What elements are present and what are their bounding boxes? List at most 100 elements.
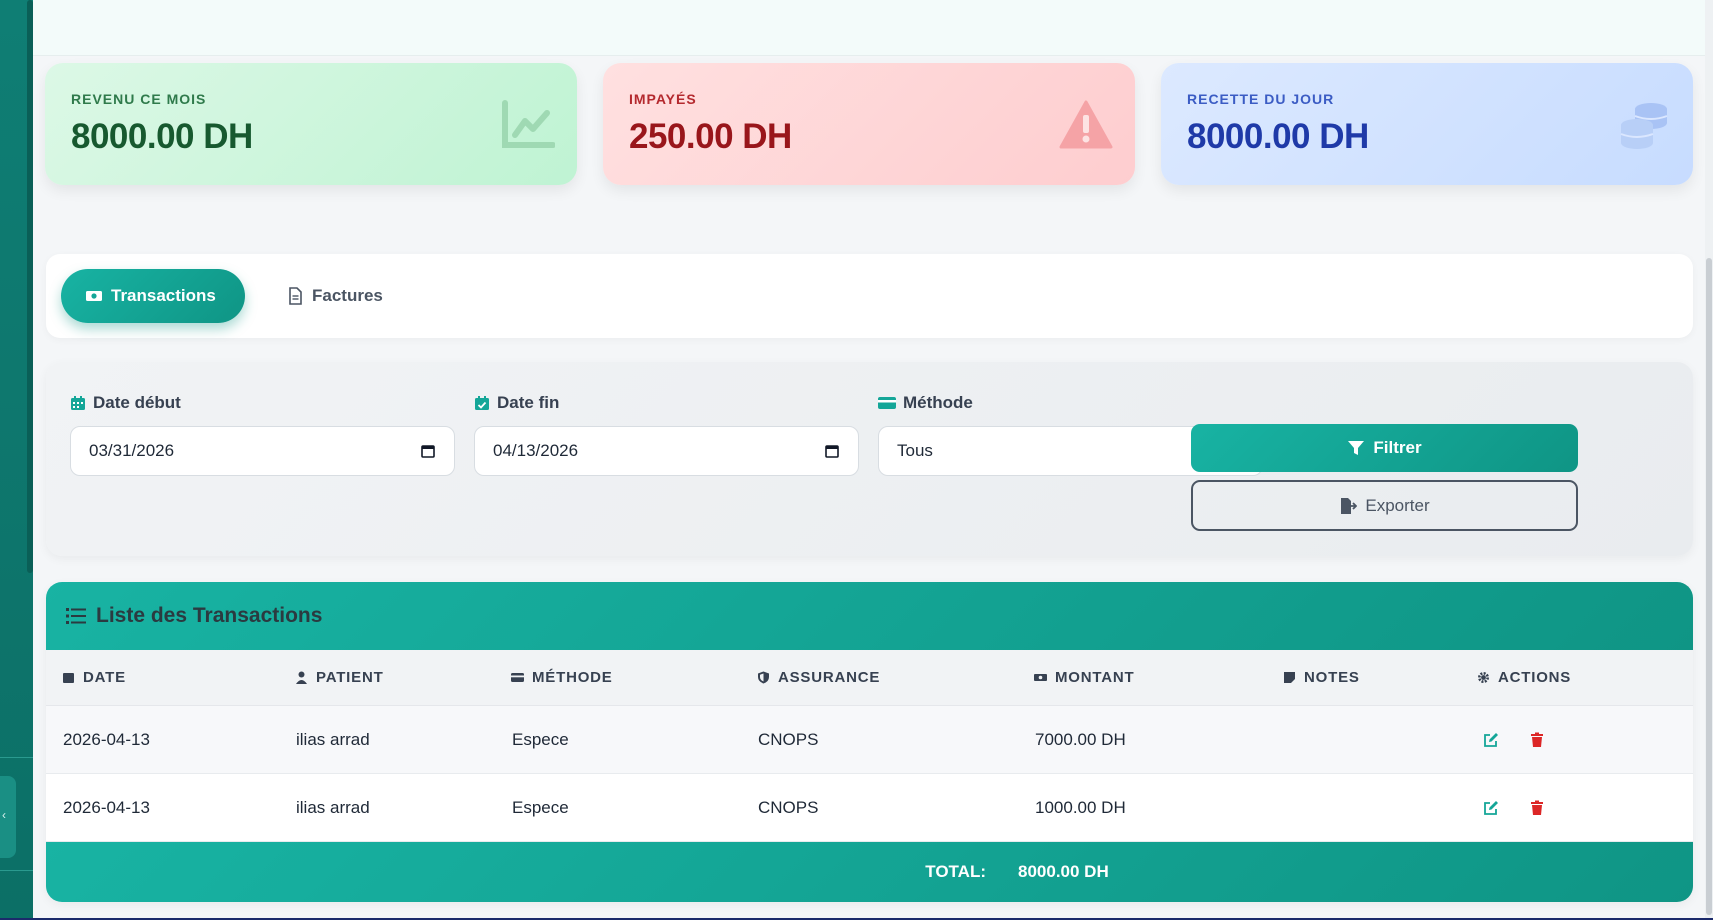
tab-transactions[interactable]: Transactions [61, 269, 245, 323]
tab-transactions-label: Transactions [111, 286, 216, 305]
table-body: 2026-04-13 ilias arrad Espece CNOPS 7000… [46, 706, 1693, 842]
cell-insurance: CNOPS [758, 797, 819, 817]
page-scrollbar-thumb[interactable] [1706, 258, 1712, 915]
stats-cards: REVENU CE MOIS 8000.00 DH IMPAYÉS 250.00… [45, 63, 1693, 185]
cell-date: 2026-04-13 [63, 729, 150, 749]
shield-icon [758, 671, 769, 684]
filter-button[interactable]: Filtrer [1191, 424, 1578, 472]
col-insurance-label: ASSURANCE [778, 669, 881, 686]
method-label: Méthode [903, 393, 973, 412]
cell-insurance: CNOPS [758, 729, 819, 749]
cell-method: Espece [512, 797, 569, 817]
calendar-check-icon [475, 396, 489, 410]
date-start-group: Date début 03/31/2026 [70, 392, 455, 476]
cell-patient: ilias arrad [296, 797, 370, 817]
tab-factures-label: Factures [312, 286, 383, 305]
edit-icon[interactable] [1483, 732, 1499, 748]
money-bill-icon [86, 291, 102, 301]
trash-icon[interactable] [1529, 800, 1545, 816]
warning-icon [1059, 100, 1113, 149]
filters-panel: Date début 03/31/2026 Date fin 04/13/202… [46, 362, 1693, 556]
date-end-input[interactable]: 04/13/2026 [474, 426, 859, 476]
col-method[interactable]: MÉTHODE [495, 650, 741, 705]
cell-actions [1461, 732, 1693, 748]
cell-amount: 7000.00 DH [1035, 729, 1126, 749]
date-end-label-row: Date fin [474, 392, 859, 414]
calendar-icon [71, 396, 85, 410]
col-date-label: DATE [83, 669, 126, 686]
sidebar: ‹ [0, 0, 33, 920]
method-label-row: Méthode [878, 392, 1263, 414]
table-footer: TOTAL: 8000.00 DH [46, 842, 1693, 902]
list-header: Liste des Transactions [46, 582, 1693, 650]
col-amount[interactable]: MONTANT [1018, 650, 1267, 705]
date-start-value: 03/31/2026 [89, 441, 175, 460]
money-bill-icon [1034, 674, 1047, 681]
cell-method: Espece [512, 729, 569, 749]
table-row[interactable]: 2026-04-13 ilias arrad Espece CNOPS 7000… [46, 706, 1693, 774]
cell-actions [1461, 800, 1693, 816]
date-end-label: Date fin [497, 393, 560, 412]
col-notes-label: NOTES [1304, 669, 1360, 686]
list-title: Liste des Transactions [96, 604, 323, 627]
col-notes[interactable]: NOTES [1267, 650, 1461, 705]
calendar-picker-icon[interactable] [824, 443, 840, 459]
tab-factures[interactable]: Factures [262, 269, 407, 323]
sidebar-divider [0, 870, 33, 871]
file-invoice-icon [289, 287, 302, 305]
cell-date: 2026-04-13 [63, 797, 150, 817]
unpaid-card: IMPAYÉS 250.00 DH [603, 63, 1135, 185]
edit-icon[interactable] [1483, 800, 1499, 816]
unpaid-value: 250.00 DH [629, 117, 792, 156]
file-export-icon [1341, 497, 1358, 514]
chart-line-icon [502, 100, 555, 148]
col-actions-label: ACTIONS [1498, 669, 1572, 686]
table-header: DATE PATIENT MÉTHODE ASSURANCE MONTANT N… [46, 650, 1693, 706]
export-button[interactable]: Exporter [1191, 480, 1578, 531]
total-label: TOTAL: [925, 862, 986, 881]
user-icon [296, 671, 307, 684]
gear-icon [1478, 672, 1489, 683]
credit-card-icon [878, 397, 896, 409]
filter-button-label: Filtrer [1373, 438, 1422, 457]
col-date[interactable]: DATE [46, 650, 279, 705]
unpaid-label: IMPAYÉS [629, 91, 697, 107]
revenue-card: REVENU CE MOIS 8000.00 DH [45, 63, 577, 185]
page-scrollbar[interactable] [1705, 0, 1713, 920]
cell-patient: ilias arrad [296, 729, 370, 749]
sidebar-divider [0, 757, 33, 758]
tabs-bar: Transactions Factures [46, 254, 1693, 338]
daily-label: RECETTE DU JOUR [1187, 91, 1335, 107]
trash-icon[interactable] [1529, 732, 1545, 748]
list-icon [66, 608, 86, 624]
date-end-value: 04/13/2026 [493, 441, 579, 460]
col-patient[interactable]: PATIENT [279, 650, 495, 705]
credit-card-icon [511, 673, 524, 682]
cell-amount: 1000.00 DH [1035, 797, 1126, 817]
col-amount-label: MONTANT [1055, 669, 1135, 686]
export-button-label: Exporter [1365, 495, 1430, 515]
col-insurance[interactable]: ASSURANCE [741, 650, 1018, 705]
transactions-list: Liste des Transactions DATE PATIENT MÉTH… [46, 582, 1693, 902]
daily-value: 8000.00 DH [1187, 117, 1369, 156]
revenue-label: REVENU CE MOIS [71, 91, 207, 107]
main-content: REVENU CE MOIS 8000.00 DH IMPAYÉS 250.00… [33, 0, 1705, 920]
top-bar [33, 0, 1705, 56]
revenue-value: 8000.00 DH [71, 117, 253, 156]
chevron-left-icon: ‹ [2, 808, 6, 822]
method-value: Tous [897, 441, 933, 460]
coins-icon [1620, 103, 1668, 149]
col-patient-label: PATIENT [316, 669, 384, 686]
calendar-picker-icon[interactable] [420, 443, 436, 459]
date-start-label: Date début [93, 393, 181, 412]
table-row[interactable]: 2026-04-13 ilias arrad Espece CNOPS 1000… [46, 774, 1693, 842]
date-end-group: Date fin 04/13/2026 [474, 392, 859, 476]
date-start-input[interactable]: 03/31/2026 [70, 426, 455, 476]
filter-icon [1348, 441, 1365, 455]
daily-card: RECETTE DU JOUR 8000.00 DH [1161, 63, 1693, 185]
total-value: 8000.00 DH [1018, 862, 1109, 881]
date-start-label-row: Date début [70, 392, 455, 414]
col-actions: ACTIONS [1461, 650, 1693, 705]
col-method-label: MÉTHODE [532, 669, 613, 686]
calendar-icon [63, 673, 74, 683]
